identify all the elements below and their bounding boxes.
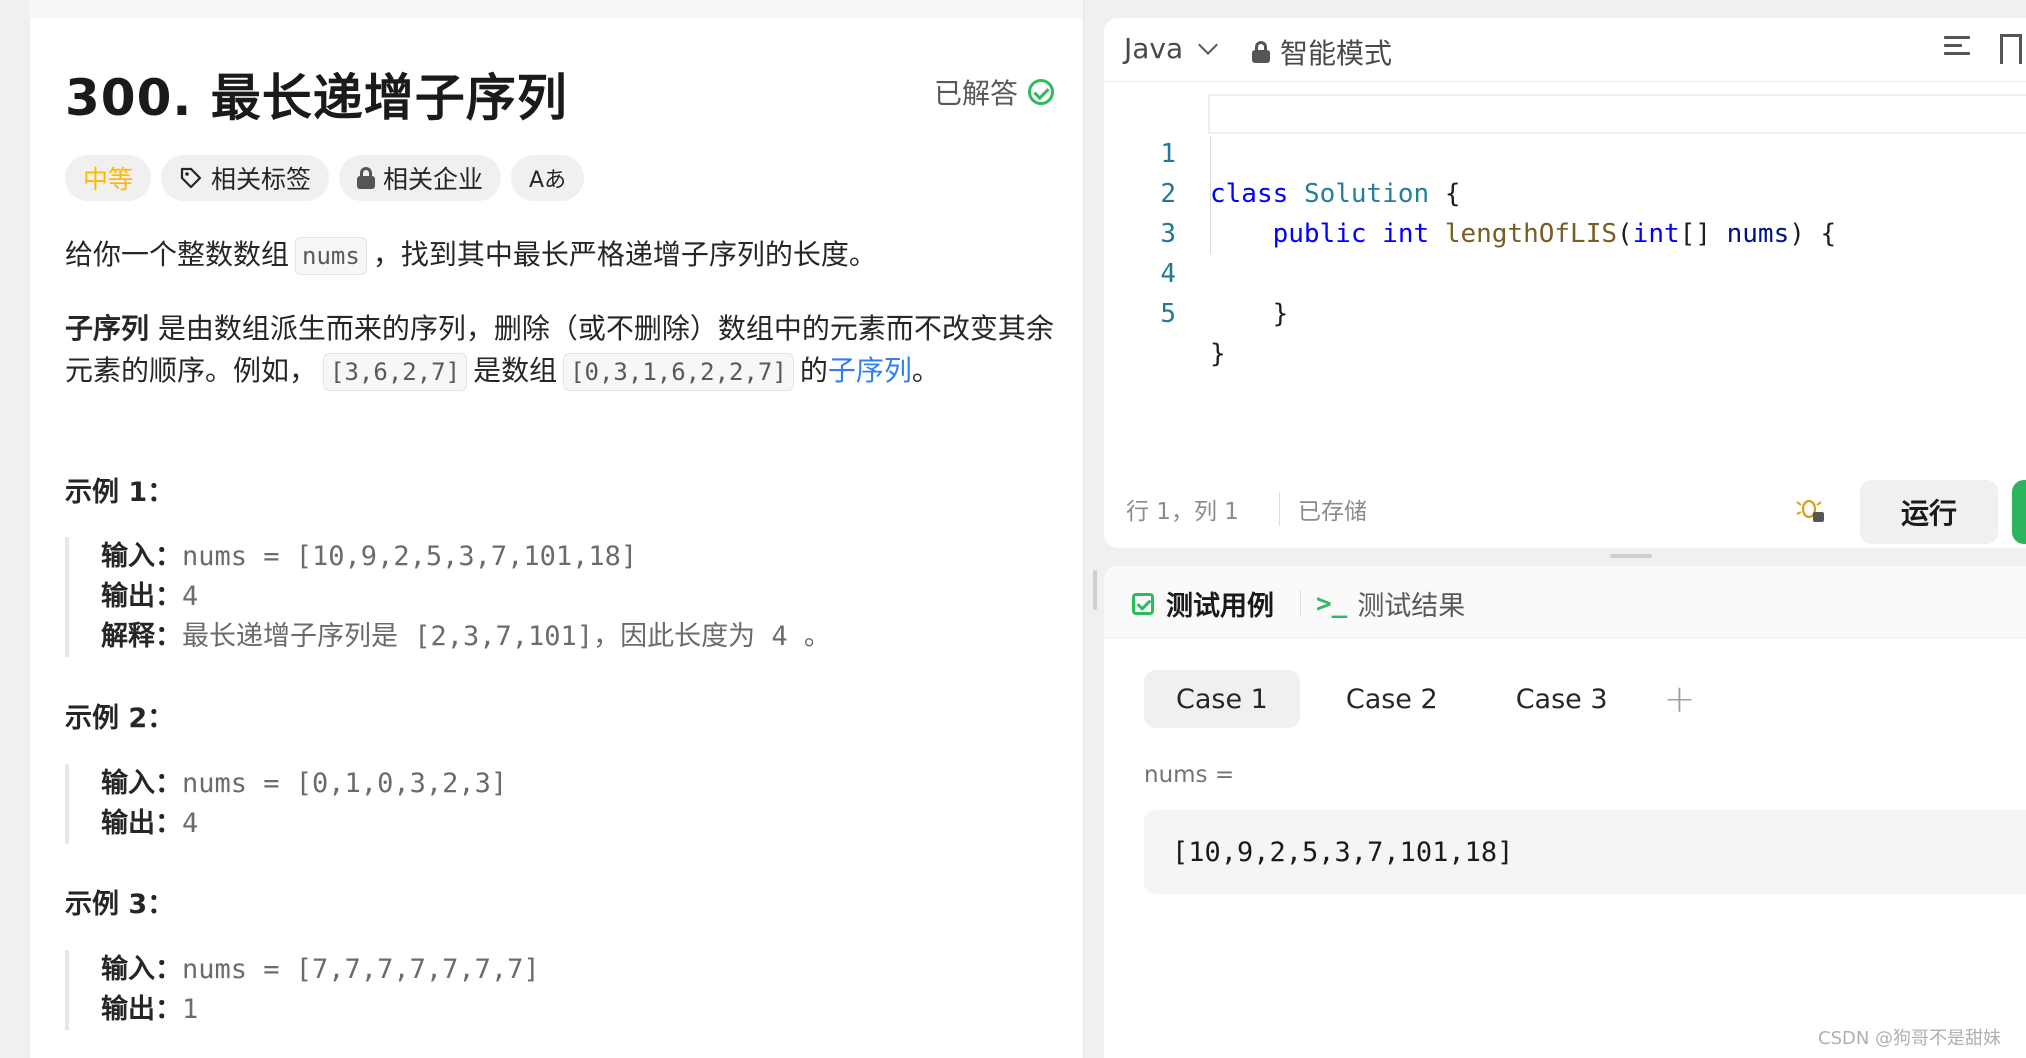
tab-testcase[interactable]: 测试用例 — [1132, 584, 1274, 623]
lock-icon — [357, 167, 376, 189]
solved-status: 已解答 — [934, 72, 1055, 112]
code-area[interactable]: 1 class Solution { 2 public int lengthOf… — [1104, 94, 2026, 369]
desc-text: 。 — [911, 354, 940, 387]
vertical-resize-handle[interactable] — [1610, 554, 1652, 558]
example-3-block: 输入：nums = [7,7,7,7,7,7,7] 输出：1 — [65, 950, 1065, 1030]
case-tab-1[interactable]: Case 1 — [1144, 670, 1300, 728]
example-input: nums = [0,1,0,3,2,3] — [182, 768, 508, 799]
code-line: 2 public int lengthOfLIS(int[] nums) { — [1104, 134, 2026, 249]
tab-result-label: 测试结果 — [1357, 591, 1466, 622]
code-line: 4 } — [1104, 214, 2026, 329]
add-case-icon[interactable]: + — [1664, 677, 1696, 721]
problem-description: 给你一个整数数组 nums ，找到其中最长严格递增子序列的长度。 子序列 是由数组派… — [65, 234, 1065, 424]
output-label: 输出： — [101, 808, 182, 839]
testcase-panel: 测试用例 >_ 测试结果 Case 1 Case 2 Case 3 + nums… — [1104, 566, 2026, 1058]
tag-row: 中等 相关标签 相关企业 Aあ — [65, 155, 585, 201]
mode-label: 智能模式 — [1280, 37, 1393, 70]
desc-text: 的 — [799, 354, 828, 387]
related-companies-button[interactable]: 相关企业 — [339, 155, 502, 201]
tab-test-result[interactable]: >_ 测试结果 — [1316, 584, 1465, 623]
lock-icon — [1252, 41, 1270, 63]
editor-toolbar: Java 智能模式 — [1104, 18, 2026, 82]
translate-button[interactable]: Aあ — [511, 155, 585, 201]
panel-resize-handle[interactable] — [1093, 570, 1097, 610]
term-subsequence: 子序列 — [65, 312, 150, 345]
check-circle-icon — [1028, 79, 1055, 105]
problem-panel: 300. 最长递增子序列 已解答 中等 相关标签 相关企业 Aあ 给你一个整数数… — [30, 0, 1084, 1058]
example-1-block: 输入：nums = [10,9,2,5,3,7,101,18] 输出：4 解释：… — [65, 537, 1065, 657]
example-explain: 最长递增子序列是 [2,3,7,101]，因此长度为 4 。 — [182, 621, 831, 652]
cursor-position: 行 1，列 1 — [1126, 499, 1239, 525]
description-paragraph-1: 给你一个整数数组 nums ，找到其中最长严格递增子序列的长度。 — [65, 234, 1065, 276]
code-editor-panel: Java 智能模式 1 class Solution { 2 public in… — [1104, 18, 2026, 548]
example-output: 4 — [182, 581, 199, 612]
input-label: 输入： — [101, 768, 182, 799]
code-line: 1 class Solution { — [1104, 94, 2026, 209]
case-tab-2[interactable]: Case 2 — [1314, 670, 1470, 728]
output-label: 输出： — [101, 581, 182, 612]
explain-label: 解释： — [101, 621, 182, 652]
solved-label: 已解答 — [934, 77, 1019, 110]
watermark: CSDN @狗哥不是甜妹 — [1818, 1028, 2002, 1049]
input-label: 输入： — [101, 541, 182, 572]
chevron-down-icon — [1198, 34, 1219, 55]
run-button[interactable]: 运行 — [1860, 480, 1998, 544]
case-tab-list: Case 1 Case 2 Case 3 + — [1144, 670, 1695, 728]
param-value: [10,9,2,5,3,7,101,18] — [1172, 836, 1514, 868]
language-label: Java — [1124, 32, 1184, 65]
related-tags-button[interactable]: 相关标签 — [161, 155, 330, 201]
debug-icon[interactable] — [1796, 494, 1826, 524]
example-output: 1 — [182, 994, 199, 1025]
smart-mode-toggle[interactable]: 智能模式 — [1252, 32, 1392, 72]
example-input: nums = [10,9,2,5,3,7,101,18] — [182, 541, 638, 572]
code-line: 3 — [1104, 174, 2026, 249]
example-output: 4 — [182, 808, 199, 839]
format-code-icon[interactable] — [1944, 36, 1970, 62]
case-tab-3[interactable]: Case 3 — [1484, 670, 1640, 728]
save-status: 已存储 — [1279, 492, 1367, 526]
code-token: } — [1272, 299, 1289, 329]
inline-code: [0,3,1,6,2,2,7] — [563, 353, 794, 391]
bookmark-icon[interactable] — [2000, 34, 2022, 64]
translate-icon: Aあ — [529, 168, 567, 193]
language-select[interactable]: Java — [1124, 32, 1219, 65]
param-input[interactable]: [10,9,2,5,3,7,101,18] — [1144, 810, 2026, 894]
example-2-title: 示例 2： — [65, 703, 175, 734]
example-input: nums = [7,7,7,7,7,7,7] — [182, 954, 540, 985]
inline-code: nums — [295, 237, 367, 275]
editor-statusbar: 行 1，列 1 已存储 运行 — [1104, 478, 2026, 544]
example-1-title: 示例 1： — [65, 477, 175, 508]
difficulty-tag[interactable]: 中等 — [65, 155, 152, 201]
testcase-tabbar: 测试用例 >_ 测试结果 — [1104, 566, 2026, 638]
tab-divider — [1300, 590, 1301, 616]
line-number: 5 — [1160, 299, 1176, 329]
problem-title: 300. 最长递增子序列 — [65, 69, 568, 127]
related-companies-label: 相关企业 — [383, 165, 484, 194]
example-2-block: 输入：nums = [0,1,0,3,2,3] 输出：4 — [65, 764, 1065, 844]
related-tags-label: 相关标签 — [211, 165, 312, 194]
desc-text: 是数组 — [473, 354, 558, 387]
checkbox-icon — [1132, 592, 1154, 615]
code-token: } — [1210, 339, 1226, 369]
example-3-title: 示例 3： — [65, 889, 175, 920]
tab-testcase-label: 测试用例 — [1166, 591, 1274, 622]
output-label: 输出： — [101, 994, 182, 1025]
submit-button[interactable] — [2012, 480, 2026, 544]
param-label: nums = — [1144, 762, 1235, 788]
tag-icon — [180, 167, 202, 189]
subsequence-link[interactable]: 子序列 — [828, 354, 912, 387]
description-paragraph-2: 子序列 是由数组派生而来的序列，删除（或不删除）数组中的元素而不改变其余元素的顺… — [65, 308, 1065, 392]
input-label: 输入： — [101, 954, 182, 985]
desc-text: 给你一个整数数组 — [65, 238, 290, 271]
desc-text: ，找到其中最长严格递增子序列的长度。 — [372, 238, 877, 271]
panel-topbar — [30, 0, 1083, 18]
inline-code: [3,6,2,7] — [323, 353, 468, 391]
terminal-icon: >_ — [1316, 588, 1348, 619]
code-line: 5 } — [1104, 254, 2026, 369]
